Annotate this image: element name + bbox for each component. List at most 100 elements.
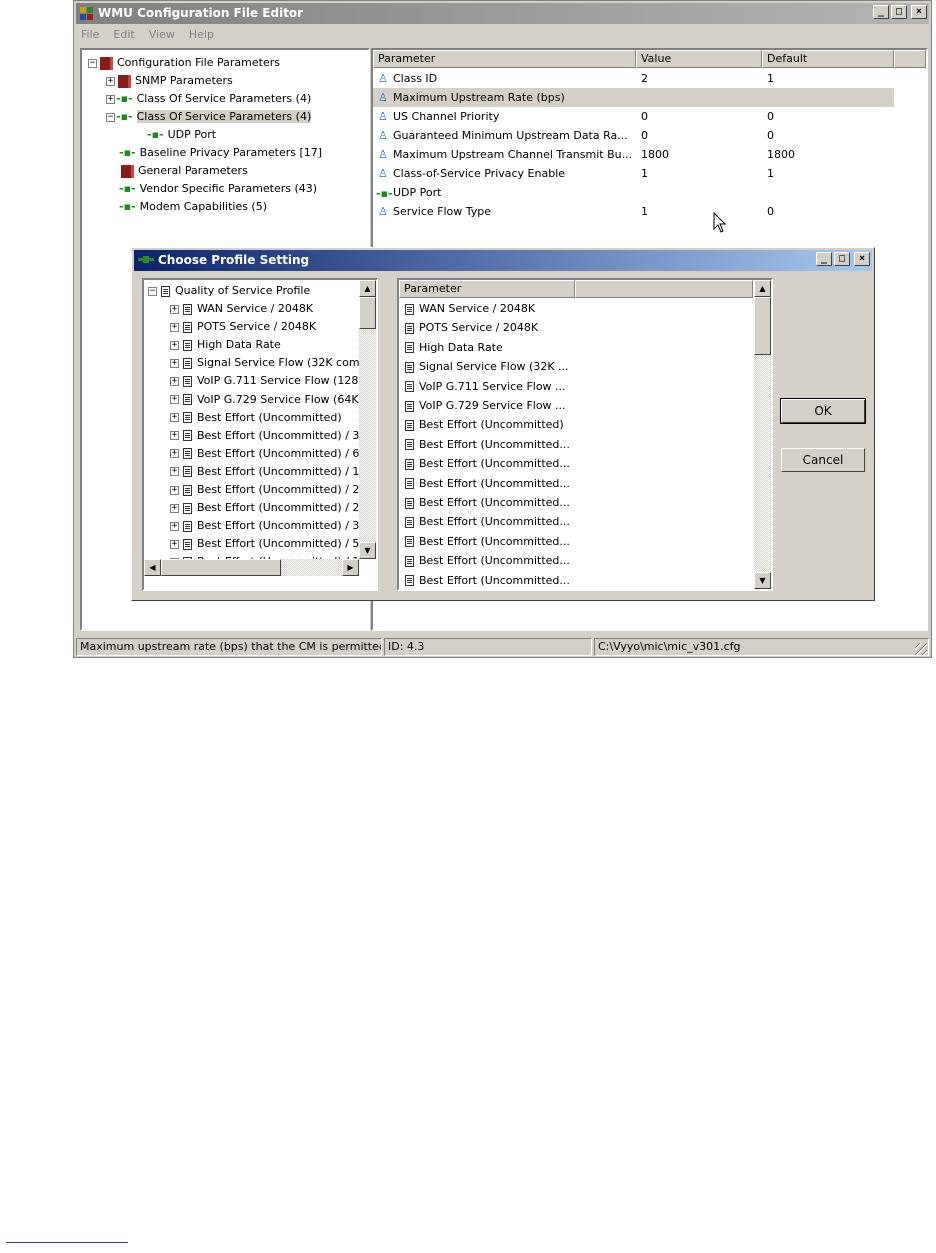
maximize-button[interactable]: □ [891, 5, 907, 19]
scroll-thumb[interactable] [754, 297, 771, 355]
scroll-thumb[interactable] [359, 297, 376, 329]
profile-tree-item[interactable]: + Best Effort (Uncommitted) / 2 [170, 499, 359, 517]
tree-item-vendor-specific[interactable]: -▪- Vendor Specific Parameters (43) [118, 180, 317, 198]
column-header-parameter[interactable]: Parameter [373, 50, 636, 68]
profile-tree-item[interactable]: + POTS Service / 2048K [170, 318, 316, 336]
scroll-up-icon[interactable]: ▲ [359, 280, 376, 297]
tree-root[interactable]: − Configuration File Parameters [88, 54, 280, 72]
list-item[interactable]: Best Effort (Uncommitted... [401, 533, 570, 551]
profile-tree-item[interactable]: + Best Effort (Uncommitted) [170, 409, 342, 427]
list-item[interactable]: High Data Rate [401, 339, 503, 357]
expand-icon[interactable]: + [170, 485, 179, 495]
tree-horizontal-scrollbar[interactable]: ◀ ▶ [144, 559, 359, 576]
title-bar[interactable]: WMU Configuration File Editor _ □ × [76, 3, 929, 24]
profile-tree-item[interactable]: + High Data Rate [170, 336, 281, 354]
expand-icon[interactable]: + [170, 449, 179, 459]
tree-item-modem-capabilities[interactable]: -▪- Modem Capabilities (5) [118, 198, 267, 216]
profile-tree-item[interactable]: + Best Effort (Uncommitted) / 6 [170, 445, 359, 463]
cancel-button[interactable]: Cancel [781, 448, 865, 472]
menu-help[interactable]: Help [186, 26, 217, 44]
expand-icon[interactable]: + [170, 304, 179, 314]
expand-icon[interactable]: + [170, 358, 179, 368]
minimize-button[interactable]: _ [873, 5, 889, 19]
profile-tree-item[interactable]: + Best Effort (Uncommitted) / 1 [170, 463, 359, 481]
dialog-maximize-button[interactable]: □ [834, 252, 850, 266]
list-item[interactable]: Best Effort (Uncommitted... [401, 475, 570, 493]
collapse-icon[interactable]: − [88, 58, 97, 68]
menu-edit[interactable]: Edit [110, 26, 137, 44]
profile-tree-item[interactable]: + Best Effort (Uncommitted) / 3 [170, 517, 359, 535]
table-row[interactable]: ♙ Service Flow Type 1 0 [373, 202, 894, 221]
table-row[interactable]: ♙ Class-of-Service Privacy Enable 1 1 [373, 164, 894, 183]
list-item[interactable]: Best Effort (Uncommitted... [401, 572, 570, 589]
dialog-close-button[interactable]: × [854, 252, 870, 266]
expand-icon[interactable]: + [170, 322, 179, 332]
scroll-right-icon[interactable]: ▶ [342, 559, 359, 576]
scroll-down-icon[interactable]: ▼ [754, 572, 771, 589]
list-item[interactable]: Best Effort (Uncommitted... [401, 436, 570, 454]
list-item[interactable]: Signal Service Flow (32K ... [401, 358, 569, 376]
tree-vertical-scrollbar[interactable]: ▲ ▼ [359, 280, 376, 559]
expand-icon[interactable]: + [106, 94, 115, 104]
menu-file[interactable]: File [78, 26, 102, 44]
list-item[interactable]: Best Effort (Uncommitted) [401, 416, 564, 434]
close-button[interactable]: × [911, 5, 927, 19]
list-item[interactable]: Best Effort (Uncommitted... [401, 494, 570, 512]
tree-item-general[interactable]: General Parameters [118, 162, 248, 180]
expand-icon[interactable]: + [170, 539, 179, 549]
profile-tree-item[interactable]: + Signal Service Flow (32K comr [170, 354, 364, 372]
list-item[interactable]: VoIP G.729 Service Flow ... [401, 397, 566, 415]
list-vertical-scrollbar[interactable]: ▲ ▼ [754, 280, 771, 589]
table-row[interactable]: -▪- UDP Port [373, 183, 894, 202]
table-row[interactable]: ♙ US Channel Priority 0 0 [373, 107, 894, 126]
column-header-default[interactable]: Default [762, 50, 894, 68]
profile-tree[interactable]: − Quality of Service Profile + WAN Service… [142, 278, 378, 591]
list-item[interactable]: VoIP G.711 Service Flow ... [401, 378, 566, 396]
profile-tree-item[interactable]: + Best Effort (Uncommitted) / 2 [170, 481, 359, 499]
profile-tree-item[interactable]: + VoIP G.729 Service Flow (64K [170, 391, 359, 409]
tree-item-cos-2[interactable]: − -▪- Class Of Service Parameters (4) [106, 108, 312, 126]
param-default: 0 [767, 129, 774, 142]
expand-icon[interactable]: + [170, 376, 179, 386]
list-item[interactable]: WAN Service / 2048K [401, 300, 535, 318]
dialog-minimize-button[interactable]: _ [816, 252, 832, 266]
scroll-left-icon[interactable]: ◀ [144, 559, 161, 576]
expand-icon[interactable]: + [170, 395, 179, 404]
scroll-thumb-horizontal[interactable] [161, 559, 281, 576]
scroll-up-icon[interactable]: ▲ [754, 280, 771, 297]
profile-parameter-list[interactable]: Parameter WAN Service / 2048K POTS Servic… [397, 278, 773, 591]
list-item[interactable]: Best Effort (Uncommitted... [401, 455, 570, 473]
column-header-parameter[interactable]: Parameter [399, 280, 575, 298]
expand-icon[interactable]: + [170, 431, 179, 441]
expand-icon[interactable]: + [170, 340, 179, 350]
table-row-selected[interactable]: ♙ Maximum Upstream Rate (bps) [373, 88, 894, 107]
profile-tree-item[interactable]: + WAN Service / 2048K [170, 300, 313, 318]
expand-icon[interactable]: + [106, 76, 115, 86]
collapse-icon[interactable]: − [106, 112, 115, 122]
profile-tree-item[interactable]: + VoIP G.711 Service Flow (128 [170, 372, 358, 390]
expand-icon[interactable]: + [170, 413, 179, 423]
list-item[interactable]: Best Effort (Uncommitted... [401, 552, 570, 570]
expand-icon[interactable]: + [170, 503, 179, 513]
tree-item-baseline-privacy[interactable]: -▪- Baseline Privacy Parameters [17] [118, 144, 322, 162]
table-row[interactable]: ♙ Maximum Upstream Channel Transmit Bu...… [373, 145, 894, 164]
resize-grip[interactable] [915, 643, 927, 655]
list-item[interactable]: Best Effort (Uncommitted... [401, 513, 570, 531]
collapse-icon[interactable]: − [148, 286, 157, 296]
profile-tree-root[interactable]: − Quality of Service Profile [148, 282, 310, 300]
menu-view[interactable]: View [146, 26, 178, 44]
tree-item-cos-1[interactable]: + -▪- Class Of Service Parameters (4) [106, 90, 311, 108]
tree-item-udp-port[interactable]: -▪- UDP Port [146, 126, 216, 144]
dialog-title-bar[interactable]: Choose Profile Setting _ □ × [134, 250, 872, 271]
expand-icon[interactable]: + [170, 521, 179, 531]
scroll-down-icon[interactable]: ▼ [359, 542, 376, 559]
profile-tree-item[interactable]: + Best Effort (Uncommitted) / 5 [170, 535, 359, 553]
list-item[interactable]: POTS Service / 2048K [401, 319, 538, 337]
table-row[interactable]: ♙ Guaranteed Minimum Upstream Data Ra... 0… [373, 126, 894, 145]
column-header-value[interactable]: Value [636, 50, 762, 68]
table-row[interactable]: ♙ Class ID 2 1 [373, 69, 894, 88]
expand-icon[interactable]: + [170, 467, 179, 477]
profile-tree-item[interactable]: + Best Effort (Uncommitted) / 3 [170, 427, 359, 445]
ok-button[interactable]: OK [780, 398, 866, 424]
tree-item-snmp[interactable]: + SNMP Parameters [106, 72, 233, 90]
